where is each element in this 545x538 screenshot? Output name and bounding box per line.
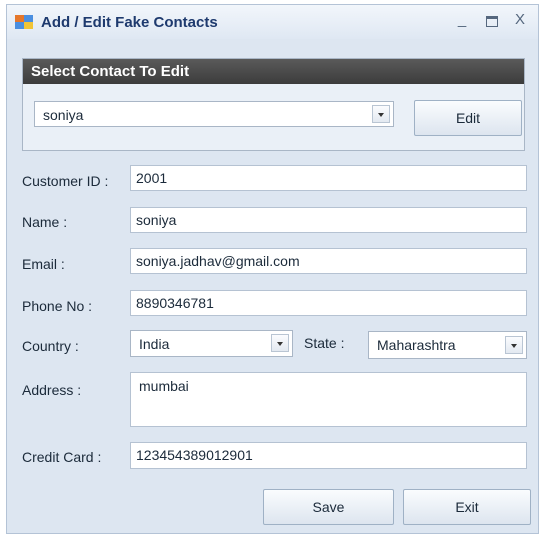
phone-label: Phone No : (22, 298, 93, 314)
contact-editor-window: Add / Edit Fake Contacts _ X Select Cont… (6, 4, 539, 534)
customer-id-field[interactable]: 2001 (130, 165, 527, 191)
select-contact-group: Select Contact To Edit soniya Edit (22, 58, 525, 151)
dropdown-arrow-icon[interactable] (271, 334, 289, 352)
phone-field[interactable]: 8890346781 (130, 290, 527, 316)
country-value: India (139, 336, 170, 352)
dropdown-arrow-icon[interactable] (372, 105, 390, 123)
email-label: Email : (22, 256, 65, 272)
address-label: Address : (22, 382, 82, 398)
save-button[interactable]: Save (263, 489, 394, 525)
state-select[interactable]: Maharashtra (368, 331, 527, 359)
state-label: State : (304, 335, 345, 351)
group-header: Select Contact To Edit (23, 59, 524, 84)
name-field[interactable]: soniya (130, 207, 527, 233)
app-icon (15, 15, 33, 29)
state-value: Maharashtra (377, 337, 456, 353)
contact-select-combo[interactable]: soniya (34, 101, 394, 127)
customer-id-label: Customer ID : (22, 173, 109, 189)
email-field[interactable]: soniya.jadhav@gmail.com (130, 248, 527, 274)
credit-card-field[interactable]: 123454389012901 (130, 442, 527, 469)
window-title: Add / Edit Fake Contacts (41, 14, 218, 31)
contact-select-value: soniya (43, 107, 84, 123)
title-bar: Add / Edit Fake Contacts _ X (7, 5, 538, 39)
name-label: Name : (22, 214, 68, 230)
credit-card-label: Credit Card : (22, 449, 102, 465)
maximize-icon[interactable] (481, 9, 503, 31)
edit-button[interactable]: Edit (414, 100, 522, 136)
address-textarea[interactable]: mumbai (130, 372, 527, 427)
minimize-icon[interactable]: _ (451, 9, 473, 31)
dropdown-arrow-icon[interactable] (505, 336, 523, 354)
exit-button[interactable]: Exit (403, 489, 531, 525)
close-icon[interactable]: X (509, 9, 531, 31)
country-select[interactable]: India (130, 330, 293, 357)
country-label: Country : (22, 338, 79, 354)
